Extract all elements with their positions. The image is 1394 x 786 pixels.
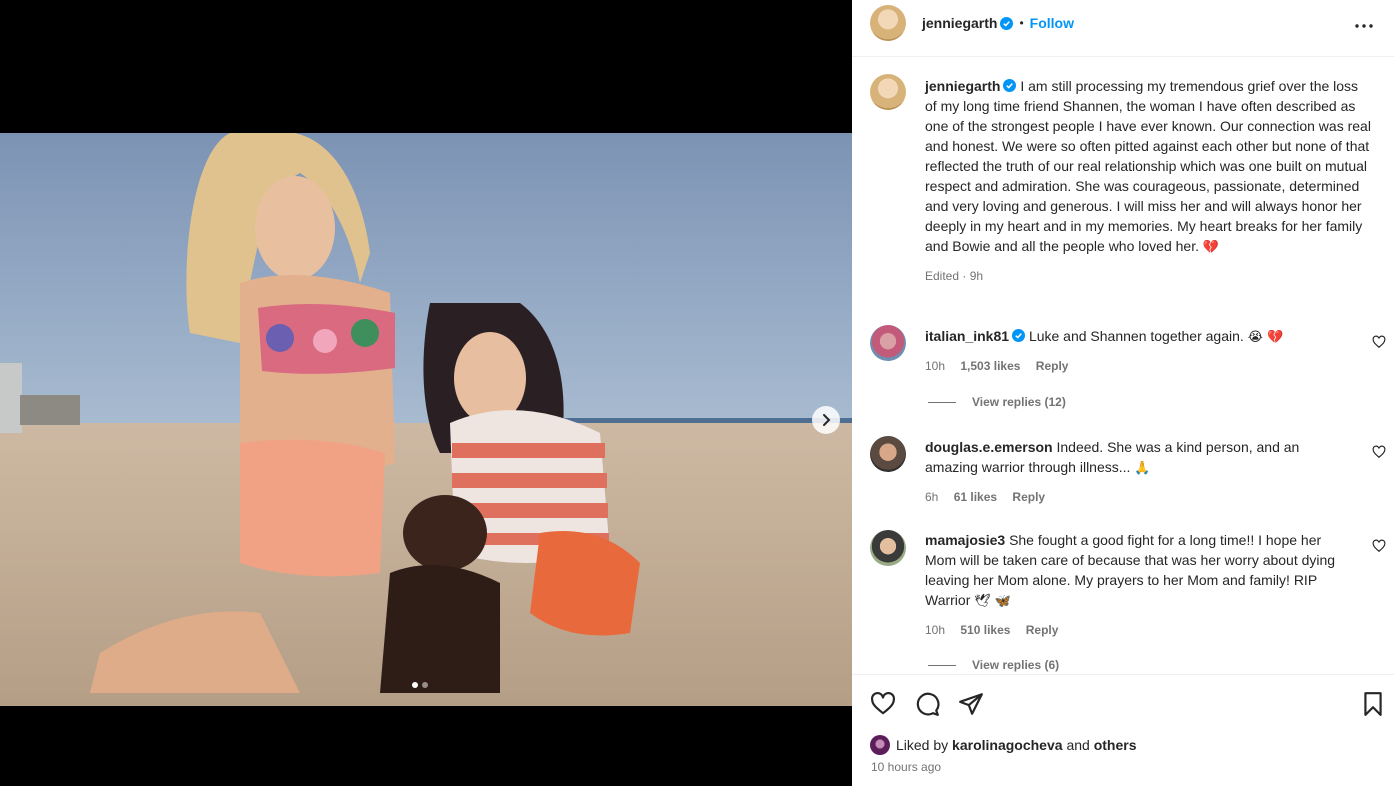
- post-photo[interactable]: [0, 133, 852, 706]
- carousel-dot: [422, 682, 428, 688]
- replies-divider-line: [928, 401, 956, 403]
- liked-by-summary: Liked by karolinagocheva and others: [870, 735, 1136, 755]
- comment-likes[interactable]: 1,503 likes: [960, 359, 1020, 373]
- comment-username[interactable]: italian_ink81: [925, 328, 1009, 344]
- comment-icon[interactable]: [914, 691, 940, 717]
- comment-text: Luke and Shannen together again.: [1028, 328, 1244, 344]
- more-options-icon[interactable]: [1352, 14, 1376, 38]
- comment-likes[interactable]: 61 likes: [954, 490, 997, 504]
- author-username[interactable]: jenniegarth: [922, 15, 997, 31]
- carousel-dot-active: [412, 682, 418, 688]
- view-replies-label: View replies (12): [972, 395, 1066, 409]
- comment-item: italian_ink81 Luke and Shannen together …: [925, 326, 1355, 376]
- liked-by-user[interactable]: karolinagocheva: [952, 737, 1063, 753]
- verified-badge-icon: [1000, 16, 1014, 30]
- liker-avatar[interactable]: [870, 735, 890, 755]
- comment-likes[interactable]: 510 likes: [960, 623, 1010, 637]
- caption-username[interactable]: jenniegarth: [925, 78, 1000, 94]
- comment-username[interactable]: douglas.e.emerson: [925, 439, 1053, 455]
- post-action-bar: [852, 674, 1394, 734]
- comment-emoji: 🙏: [1134, 461, 1151, 476]
- like-comment-heart-icon[interactable]: [1372, 335, 1386, 349]
- reply-button[interactable]: Reply: [1036, 359, 1069, 373]
- comment-emoji: 😭 💔: [1247, 330, 1284, 345]
- comment-time: 10h: [925, 623, 946, 637]
- media-pane: [0, 0, 852, 786]
- replies-divider-line: [928, 664, 956, 666]
- header-separator: •: [1019, 16, 1024, 30]
- reply-button[interactable]: Reply: [1026, 623, 1059, 637]
- commenter-avatar[interactable]: [870, 530, 906, 566]
- post-timestamp: 10 hours ago: [871, 760, 942, 774]
- caption-meta: Edited · 9h: [925, 269, 984, 283]
- broken-heart-emoji: 💔: [1202, 240, 1220, 255]
- bookmark-icon[interactable]: [1360, 691, 1386, 717]
- comment-item: douglas.e.emerson Indeed. She was a kind…: [925, 437, 1355, 507]
- comment-item: mamajosie3 She fought a good fight for a…: [925, 530, 1355, 640]
- comment-meta: 6h 61 likes Reply: [925, 487, 1355, 507]
- header-user: jenniegarth • Follow: [922, 15, 1074, 31]
- liked-by-and: and: [1066, 737, 1090, 753]
- follow-button[interactable]: Follow: [1030, 15, 1074, 31]
- like-comment-heart-icon[interactable]: [1372, 445, 1386, 459]
- comment-meta: 10h 510 likes Reply: [925, 620, 1355, 640]
- chevron-right-icon: [823, 414, 831, 426]
- verified-badge-icon: [1003, 79, 1017, 92]
- view-replies-button[interactable]: View replies (6): [928, 658, 1059, 672]
- heart-icon[interactable]: [870, 691, 896, 717]
- comment-time: 10h: [925, 359, 946, 373]
- post-side-panel: jenniegarth • Follow jenniegarth I am st…: [852, 0, 1394, 786]
- post-header: jenniegarth • Follow: [852, 0, 1394, 57]
- comment-emoji: 🕊 🦋: [974, 594, 1012, 609]
- like-comment-heart-icon[interactable]: [1372, 539, 1386, 553]
- liked-by-prefix: Liked by: [896, 737, 949, 753]
- author-avatar[interactable]: [870, 5, 906, 41]
- comments-scroll-area[interactable]: jenniegarth I am still processing my tre…: [852, 58, 1394, 674]
- comment-username[interactable]: mamajosie3: [925, 532, 1005, 548]
- liked-by-others[interactable]: others: [1094, 737, 1137, 753]
- commenter-avatar[interactable]: [870, 436, 906, 472]
- commenter-avatar[interactable]: [870, 325, 906, 361]
- share-icon[interactable]: [958, 691, 984, 717]
- caption-avatar[interactable]: [870, 74, 906, 110]
- verified-badge-icon: [1012, 329, 1026, 342]
- comment-time: 6h: [925, 490, 939, 504]
- beach-photo: [0, 133, 852, 706]
- post-caption: jenniegarth I am still processing my tre…: [925, 76, 1373, 286]
- view-replies-label: View replies (6): [972, 658, 1060, 672]
- view-replies-button[interactable]: View replies (12): [928, 395, 1066, 409]
- next-photo-button[interactable]: [812, 406, 840, 434]
- post-viewer: jenniegarth • Follow jenniegarth I am st…: [0, 0, 1394, 786]
- reply-button[interactable]: Reply: [1012, 490, 1045, 504]
- comment-meta: 10h 1,503 likes Reply: [925, 356, 1355, 376]
- caption-text: I am still processing my tremendous grie…: [925, 78, 1371, 254]
- carousel-indicator: [412, 682, 428, 688]
